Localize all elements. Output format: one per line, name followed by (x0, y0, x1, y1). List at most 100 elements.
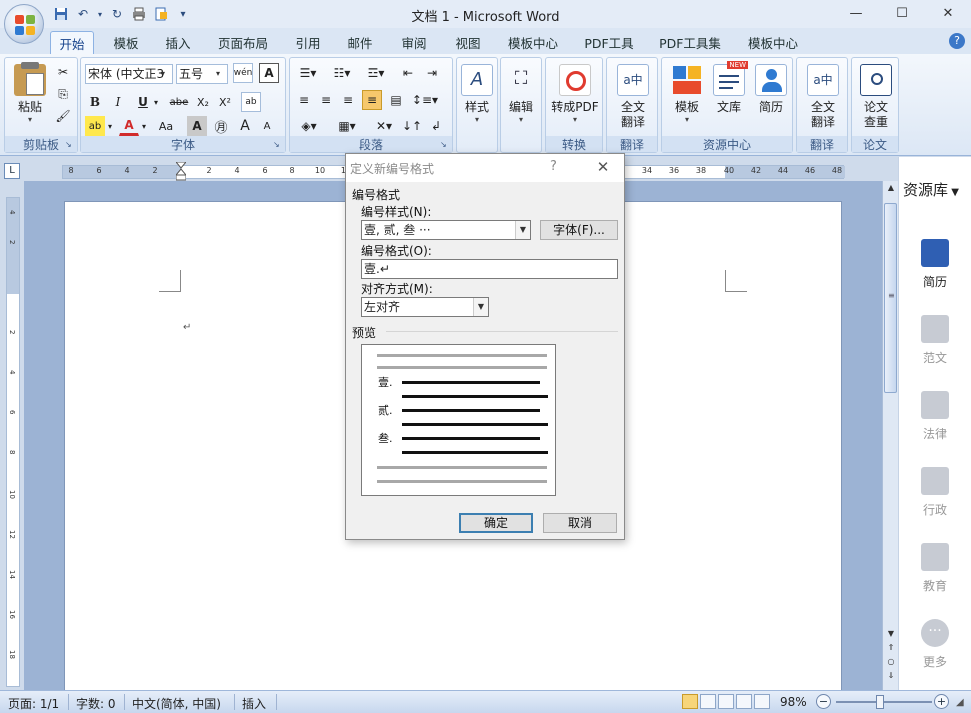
draft-view-icon[interactable] (754, 694, 770, 709)
browse-object-icon[interactable]: ○ (884, 657, 898, 669)
tab-page-layout[interactable]: 页面布局 (210, 31, 276, 54)
tab-insert[interactable]: 插入 (158, 31, 198, 54)
grow-font-icon[interactable]: A (235, 116, 255, 136)
multilevel-list-icon[interactable]: ☲▾ (362, 63, 390, 83)
font-size-combo[interactable]: 五号 ▾ (176, 64, 228, 84)
font-launcher-icon[interactable]: ↘ (273, 140, 283, 150)
cut-icon[interactable]: ✂ (53, 62, 73, 82)
scroll-thumb[interactable]: ≡ (884, 203, 897, 393)
borders-icon[interactable]: ▦▾ (332, 116, 362, 136)
indent-marker-icon[interactable] (176, 162, 186, 181)
tab-template-center-2[interactable]: 模板中心 (740, 31, 806, 54)
zoom-slider[interactable] (836, 701, 932, 703)
change-case-icon[interactable]: Aa (153, 116, 179, 136)
align-left-icon[interactable]: ≡ (294, 90, 314, 110)
resource-item-law[interactable]: 法律 (911, 391, 959, 442)
tab-selector[interactable]: L (4, 163, 20, 179)
line-spacing-icon[interactable]: ↕≡▾ (410, 90, 440, 110)
full-screen-reading-icon[interactable] (700, 694, 716, 709)
numbering-icon[interactable]: ☷▾ (328, 63, 356, 83)
convert-to-pdf-button[interactable]: 转成PDF ▾ (548, 62, 602, 132)
scroll-up-icon[interactable]: ▲ (884, 181, 898, 195)
clipboard-launcher-icon[interactable]: ↘ (65, 140, 75, 150)
clear-formatting-icon[interactable]: ab (241, 92, 261, 112)
template-button[interactable]: 模板 ▾ (664, 62, 710, 132)
editing-button[interactable]: ⛶ 编辑 ▾ (499, 62, 543, 132)
close-icon[interactable]: ✕ (592, 157, 614, 177)
show-hide-marks-icon[interactable]: ↲ (426, 116, 446, 136)
tab-view[interactable]: 视图 (446, 31, 490, 54)
resume-button[interactable]: 简历 (748, 62, 794, 132)
enclose-characters-icon[interactable]: ㊊ (211, 116, 231, 136)
maximize-button[interactable]: ☐ (879, 0, 925, 26)
character-border-icon[interactable]: A (259, 63, 279, 83)
alignment-select[interactable]: 左对齐 ▼ (361, 297, 489, 317)
font-color-dropdown-icon[interactable]: ▾ (139, 116, 149, 136)
character-shading-icon[interactable]: A (187, 116, 207, 136)
dialog-title-bar[interactable]: 定义新编号格式 ? ✕ (346, 154, 624, 182)
tab-template-center[interactable]: 模板中心 (500, 31, 566, 54)
tab-references[interactable]: 引用 (288, 31, 328, 54)
shrink-font-icon[interactable]: A (257, 116, 277, 136)
tab-pdf-tools[interactable]: PDF工具 (578, 31, 640, 54)
outline-view-icon[interactable] (736, 694, 752, 709)
resize-grip-icon[interactable]: ◢ (956, 697, 964, 708)
shading-icon[interactable]: ◈▾ (294, 116, 324, 136)
styles-button[interactable]: A 样式 ▾ (455, 62, 499, 132)
page-count[interactable]: 页面: 1/1 (8, 695, 59, 712)
zoom-slider-knob[interactable] (876, 695, 884, 709)
strikethrough-button[interactable]: abe (167, 92, 191, 112)
number-style-select[interactable]: 壹, 贰, 叁 ··· ▼ (361, 220, 531, 240)
resource-item-more[interactable]: ··· 更多 (911, 619, 959, 670)
increase-indent-icon[interactable]: ⇥ (422, 63, 442, 83)
cancel-button[interactable]: 取消 (543, 513, 617, 533)
distributed-icon[interactable]: ▤ (386, 90, 406, 110)
vertical-scrollbar[interactable]: ▲ ≡ ▼ ⇑ ○ ⇓ (882, 181, 898, 690)
highlight-dropdown-icon[interactable]: ▾ (105, 116, 115, 136)
resource-item-essay[interactable]: 范文 (911, 315, 959, 366)
resource-item-admin[interactable]: 行政 (911, 467, 959, 518)
tab-pdf-toolset[interactable]: PDF工具集 (652, 31, 728, 54)
underline-dropdown-icon[interactable]: ▾ (151, 92, 161, 112)
justify-icon[interactable]: ≡ (362, 90, 382, 110)
office-button[interactable] (4, 4, 44, 44)
resource-panel-title[interactable]: 资源库 ▼ (903, 179, 959, 200)
font-color-icon[interactable]: A (119, 116, 139, 136)
bold-button[interactable]: B (85, 92, 105, 112)
scroll-down-icon[interactable]: ▼ (884, 627, 898, 641)
resource-item-resume[interactable]: 简历 (911, 239, 959, 290)
print-layout-view-icon[interactable] (682, 694, 698, 709)
bullets-icon[interactable]: ☰▾ (294, 63, 322, 83)
full-translate-button-2[interactable]: a中 全文 翻译 (800, 62, 846, 132)
number-format-input[interactable]: 壹.↵ (361, 259, 618, 279)
italic-button[interactable]: I (108, 92, 128, 112)
resource-item-education[interactable]: 教育 (911, 543, 959, 594)
font-name-combo[interactable]: 宋体 (中文正3 ▾ (85, 64, 173, 84)
library-button[interactable]: NEW 文库 (706, 61, 752, 132)
superscript-button[interactable]: X² (215, 92, 235, 112)
tab-home[interactable]: 开始 (50, 31, 94, 54)
underline-button[interactable]: U (133, 92, 153, 112)
align-right-icon[interactable]: ≡ (338, 90, 358, 110)
zoom-in-icon[interactable]: + (934, 694, 949, 709)
align-center-icon[interactable]: ≡ (316, 90, 336, 110)
ok-button[interactable]: 确定 (459, 513, 533, 533)
font-button[interactable]: 字体(F)... (540, 220, 618, 240)
minimize-button[interactable]: — (833, 0, 879, 26)
close-button[interactable]: ✕ (925, 0, 971, 26)
tab-review[interactable]: 审阅 (394, 31, 434, 54)
copy-icon[interactable]: ⎘ (53, 84, 73, 104)
web-layout-view-icon[interactable] (718, 694, 734, 709)
chinese-layout-icon[interactable]: ✕▾ (370, 116, 398, 136)
paste-button[interactable]: 粘贴 ▾ (7, 62, 53, 132)
decrease-indent-icon[interactable]: ⇤ (398, 63, 418, 83)
tab-template[interactable]: 模板 (104, 31, 148, 54)
language-status[interactable]: 中文(简体, 中国) (132, 695, 221, 712)
paragraph-launcher-icon[interactable]: ↘ (440, 140, 450, 150)
full-translate-button[interactable]: a中 全文 翻译 (610, 62, 656, 132)
phonetic-guide-icon[interactable]: wén (233, 63, 253, 83)
word-count[interactable]: 字数: 0 (76, 695, 116, 712)
subscript-button[interactable]: X₂ (193, 92, 213, 112)
highlight-icon[interactable]: ab (85, 116, 105, 136)
tab-mailings[interactable]: 邮件 (340, 31, 380, 54)
